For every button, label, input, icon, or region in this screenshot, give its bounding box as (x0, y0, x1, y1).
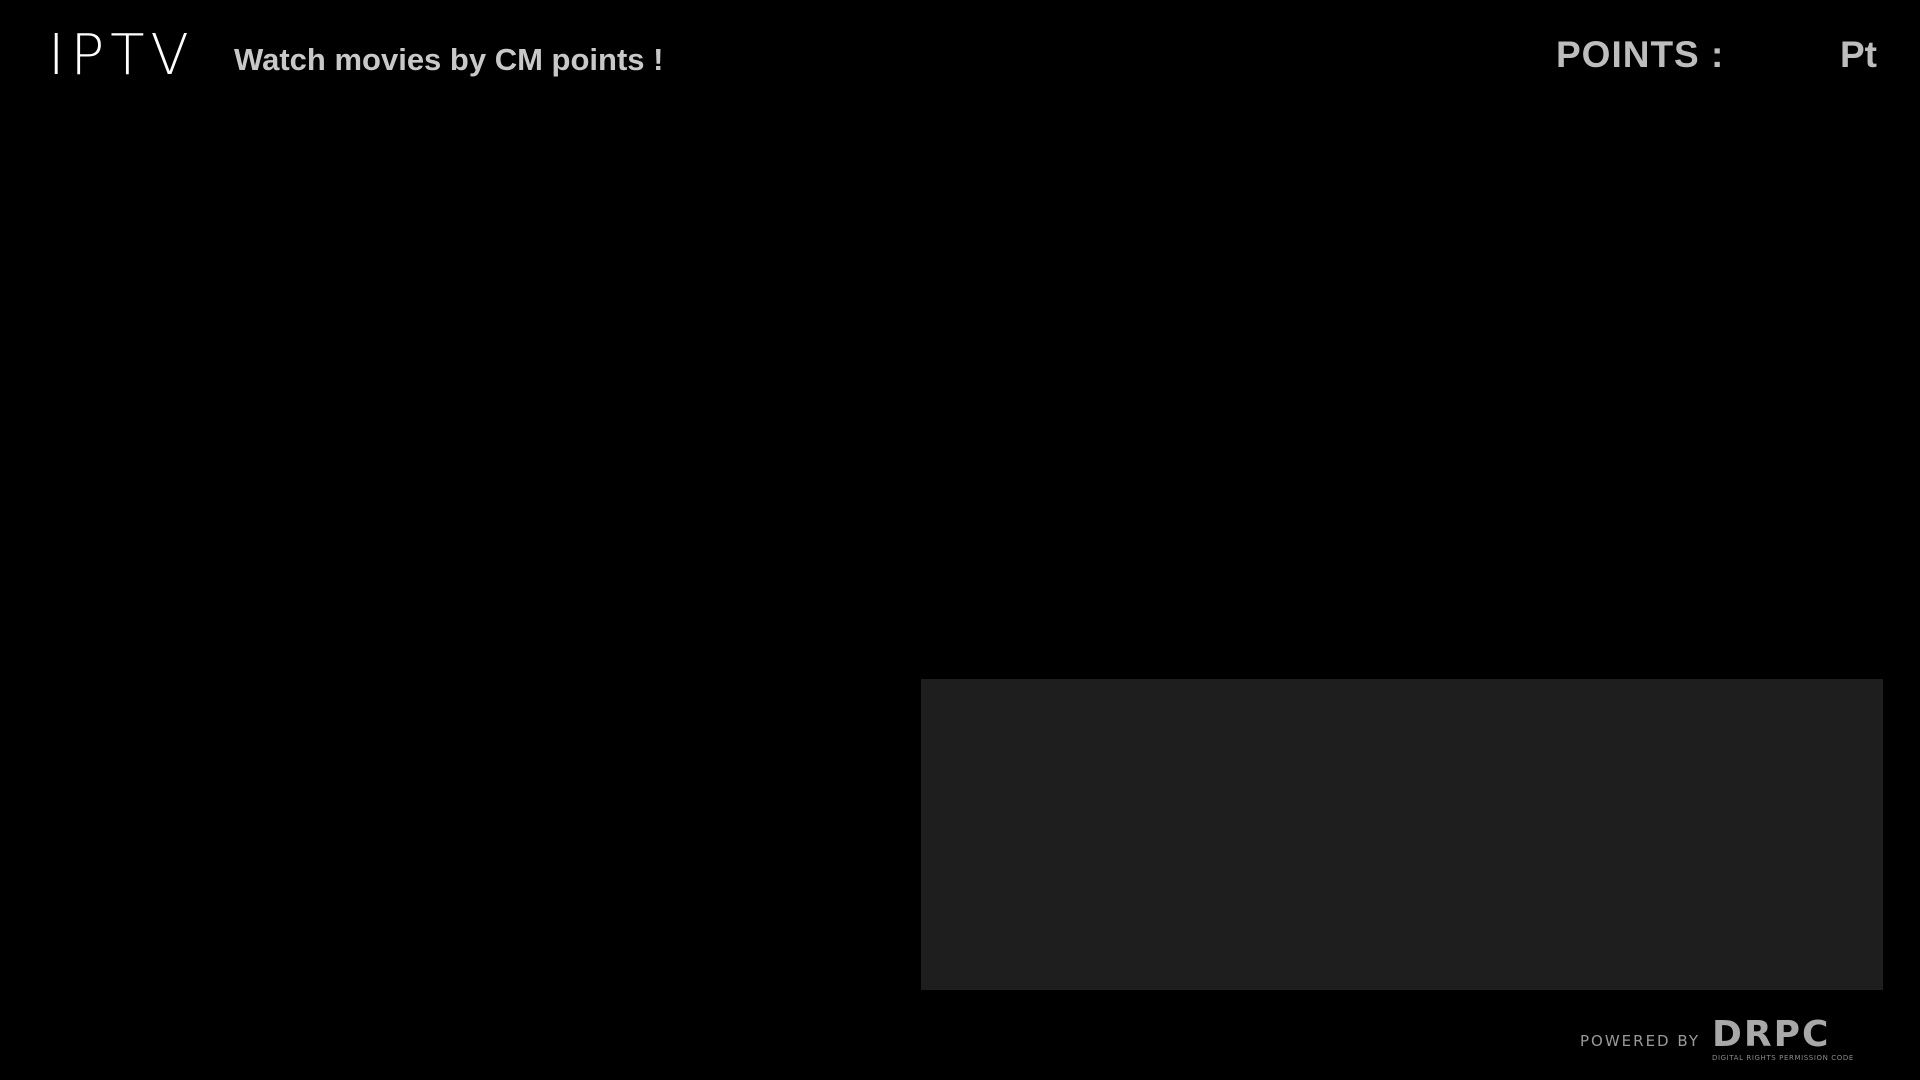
points-unit: Pt (1840, 34, 1877, 75)
drpc-brand-text: DRPC (1712, 1016, 1830, 1055)
content-panel (921, 679, 1883, 990)
powered-by-label: POWERED BY (1580, 1032, 1701, 1050)
header-tagline: Watch movies by CM points ! (234, 42, 664, 77)
drpc-logo: DRPC DIGITAL RIGHTS PERMISSION CODE (1712, 1016, 1854, 1062)
points-label: POINTS : (1556, 34, 1725, 75)
drpc-brand-subtitle: DIGITAL RIGHTS PERMISSION CODE (1712, 1054, 1854, 1062)
iptv-logo: IPTV (48, 23, 195, 88)
